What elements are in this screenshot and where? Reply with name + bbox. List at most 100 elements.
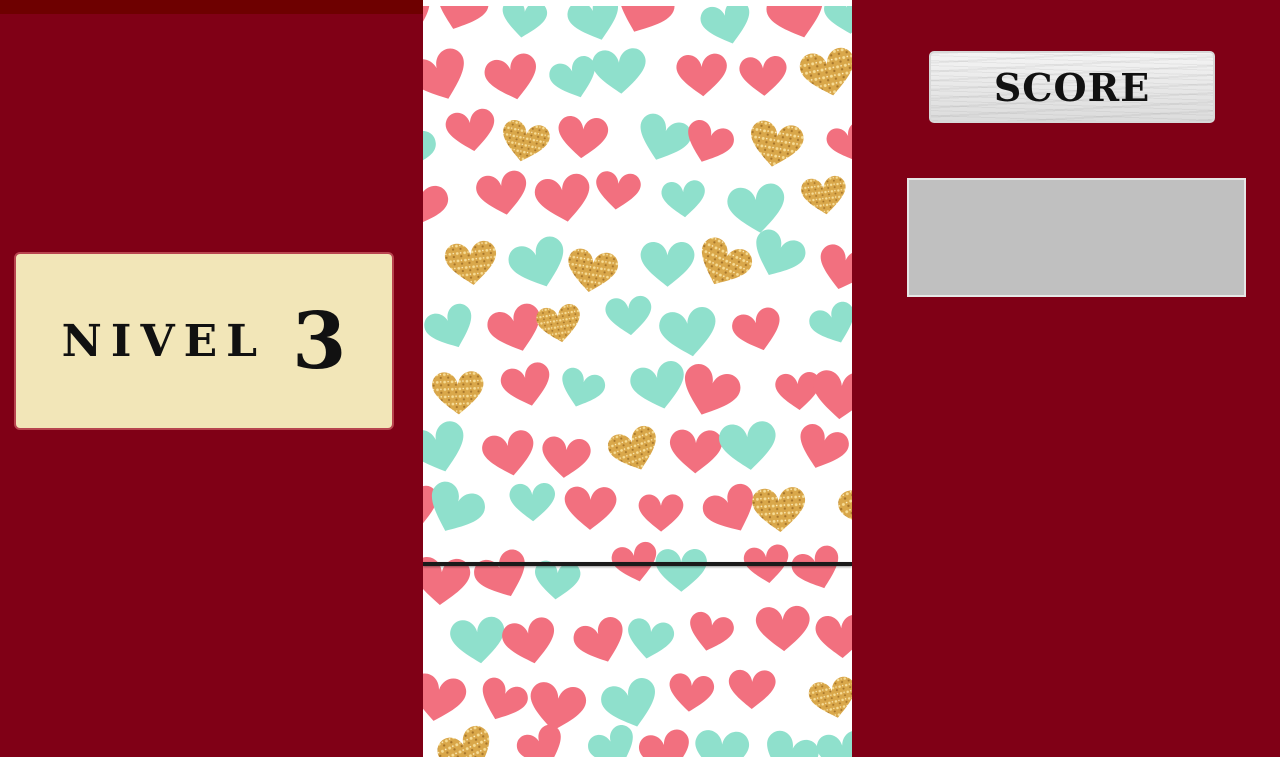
heart-decoration (810, 369, 852, 422)
heart-decoration (822, 6, 852, 38)
heart-decoration (423, 229, 428, 281)
heart-decoration (604, 294, 654, 338)
level-indicator: NIVEL 3 (14, 252, 394, 430)
heart-decoration (738, 55, 788, 98)
heart-decoration (470, 545, 536, 606)
heart-decoration (751, 486, 807, 534)
score-display (907, 178, 1246, 297)
score-label: SCORE (993, 64, 1151, 110)
heart-decoration (570, 613, 632, 671)
paddle[interactable] (423, 562, 852, 566)
heart-decoration (675, 52, 729, 98)
heart-decoration (815, 728, 852, 757)
heart-decoration (448, 615, 509, 667)
level-number: 3 (292, 295, 347, 387)
heart-decoration (591, 47, 648, 96)
heart-decoration (509, 482, 556, 523)
heart-decoration (791, 420, 852, 476)
heart-decoration (799, 174, 849, 217)
heart-decoration (534, 302, 584, 346)
heart-decoration (823, 119, 852, 167)
heart-decoration (513, 721, 571, 757)
heart-decoration (473, 674, 532, 728)
heart-decoration (584, 721, 643, 757)
heart-decoration (806, 298, 852, 351)
heart-decoration (423, 300, 482, 357)
heart-decoration (423, 44, 475, 109)
heart-decoration (433, 721, 502, 757)
heart-decoration (797, 45, 852, 101)
heart-decoration (593, 170, 642, 212)
heart-decoration (690, 233, 757, 295)
heart-decoration (532, 171, 595, 227)
heart-decoration (504, 232, 574, 296)
heart-decoration (431, 370, 485, 416)
top-strip (0, 0, 423, 14)
heart-decoration (423, 605, 426, 660)
heart-decoration (556, 115, 610, 161)
heart-decoration (497, 117, 552, 167)
heart-decoration (763, 6, 832, 46)
heart-decoration (674, 360, 745, 425)
heart-decoration (479, 428, 540, 481)
heart-decoration (655, 549, 708, 592)
heart-decoration (745, 225, 810, 286)
heart-decoration (814, 614, 852, 660)
heart-decoration (474, 168, 532, 220)
heart-decoration (499, 615, 561, 669)
heart-decoration (698, 479, 765, 542)
heart-decoration (423, 118, 440, 179)
heart-decoration (525, 680, 589, 736)
play-area[interactable] (423, 6, 852, 757)
heart-decoration (563, 246, 620, 296)
heart-decoration (607, 6, 679, 43)
heart-decoration (499, 6, 549, 41)
heart-decoration (660, 179, 707, 219)
heart-decoration (597, 674, 664, 735)
heart-decoration (684, 609, 736, 656)
game-stage: NIVEL 3 SCORE (0, 0, 1280, 757)
heart-decoration (423, 6, 438, 42)
heart-decoration (755, 605, 812, 653)
heart-decoration (554, 365, 608, 414)
heart-decoration (774, 371, 822, 412)
heart-decoration (806, 674, 852, 723)
heart-decoration (669, 429, 723, 474)
heart-decoration (423, 417, 473, 480)
heart-decoration (564, 486, 617, 531)
heart-pattern-icon (423, 6, 852, 757)
heart-decoration (728, 669, 776, 710)
heart-decoration (729, 304, 788, 357)
heart-decoration (443, 107, 499, 155)
heart-decoration (697, 6, 757, 51)
heart-decoration (428, 6, 492, 38)
heart-decoration (423, 671, 469, 726)
heart-decoration (623, 616, 676, 663)
heart-decoration (666, 672, 716, 715)
heart-decoration (604, 422, 665, 478)
heart-decoration (423, 477, 490, 543)
score-label-plate: SCORE (929, 51, 1215, 123)
heart-decoration (717, 419, 780, 473)
heart-decoration (725, 181, 789, 237)
heart-decoration (693, 729, 750, 757)
heart-decoration (539, 435, 592, 481)
heart-decoration (498, 359, 556, 412)
heart-decoration (627, 358, 691, 415)
heart-decoration (640, 241, 695, 287)
heart-decoration (423, 174, 452, 235)
heart-decoration (638, 494, 684, 532)
heart-decoration (636, 727, 695, 757)
heart-decoration (833, 473, 852, 540)
heart-decoration (657, 304, 721, 361)
heart-decoration (443, 239, 500, 288)
level-label: NIVEL (61, 315, 267, 367)
heart-decoration (631, 110, 695, 169)
heart-decoration (757, 727, 823, 757)
heart-decoration (813, 241, 852, 296)
heart-decoration (484, 300, 549, 359)
heart-decoration (788, 542, 847, 597)
heart-decoration (564, 6, 627, 48)
heart-decoration (481, 51, 543, 106)
heart-decoration (745, 118, 806, 172)
